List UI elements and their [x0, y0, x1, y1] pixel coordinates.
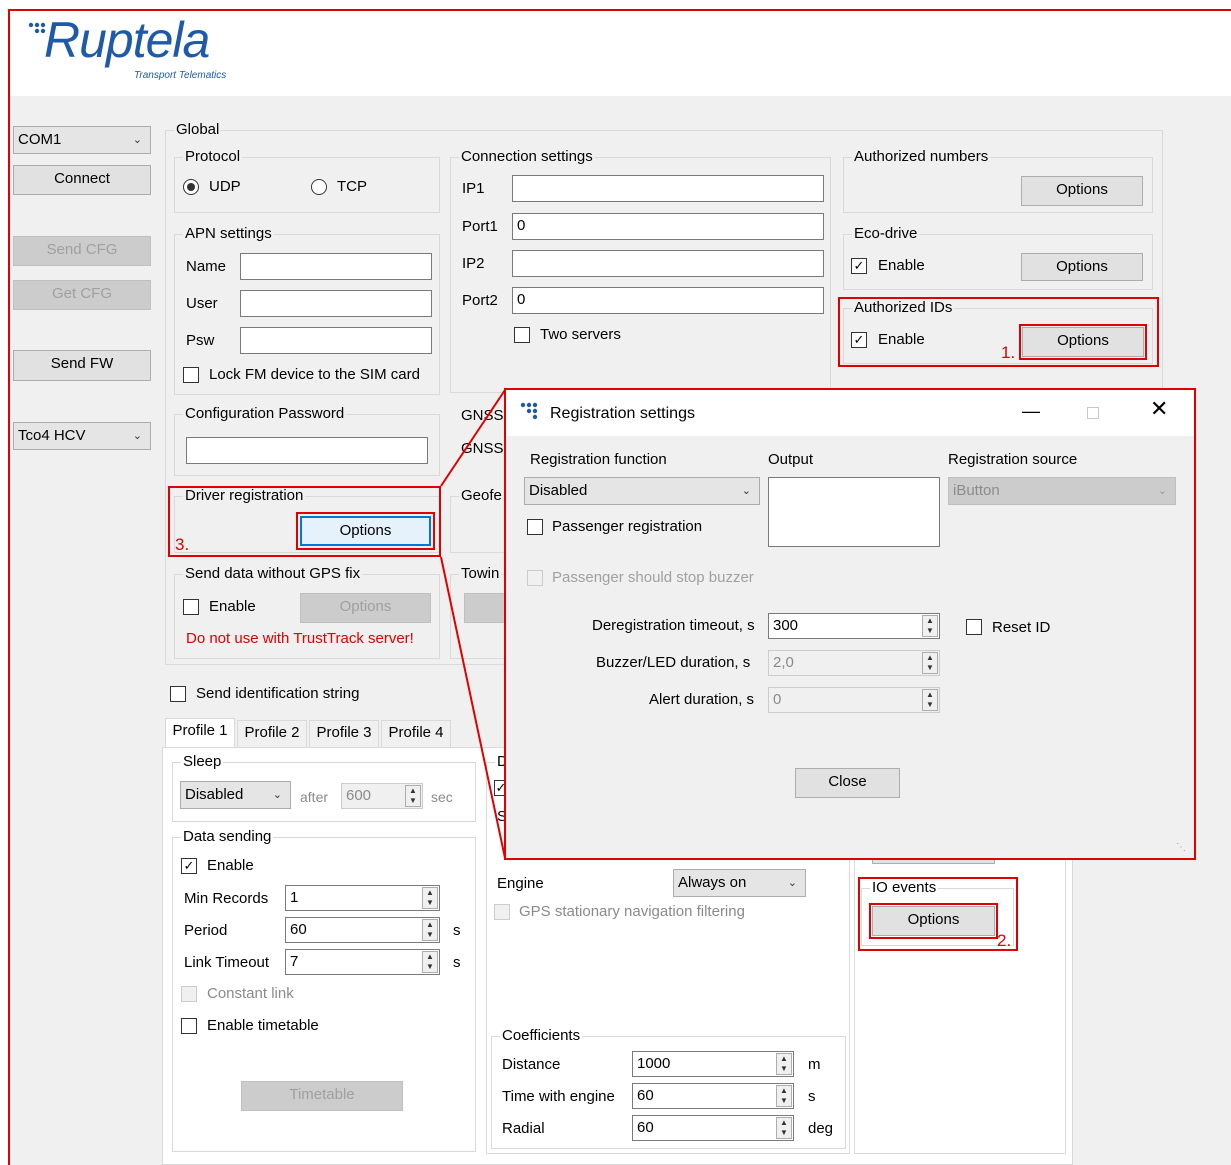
marker-1: 1.: [1001, 343, 1016, 362]
deregistration-timeout-label: Deregistration timeout, s: [592, 617, 755, 634]
spinner-arrows-icon: ▲ ▼: [922, 615, 938, 637]
buzzer-duration-spinner[interactable]: 2,0 ▲ ▼: [768, 650, 940, 676]
output-label: Output: [768, 451, 814, 468]
passenger-stop-buzzer-checkbox[interactable]: [527, 570, 543, 586]
alert-duration-label: Alert duration, s: [649, 691, 755, 708]
chevron-down-icon: ⌄: [1157, 485, 1167, 497]
chevron-down-icon: ⌄: [741, 485, 751, 497]
passenger-stop-buzzer-label: Passenger should stop buzzer: [552, 569, 754, 586]
close-icon[interactable]: ✕: [1150, 398, 1168, 420]
output-listbox[interactable]: [768, 477, 940, 547]
reset-id-checkbox[interactable]: [966, 619, 982, 635]
alert-duration-spinner[interactable]: 0 ▲ ▼: [768, 687, 940, 713]
deregistration-timeout-spinner[interactable]: 300 ▲ ▼: [768, 613, 940, 639]
spinner-arrows-icon: ▲ ▼: [922, 689, 938, 711]
registration-settings-dialog: Registration settings — ✕ Registration f…: [504, 388, 1196, 860]
resize-grip-icon[interactable]: ⋱: [1176, 842, 1186, 853]
marker-2: 2.: [997, 931, 1012, 950]
buzzer-duration-label: Buzzer/LED duration, s: [596, 654, 751, 671]
reg-function-select[interactable]: Disabled ⌄: [524, 477, 760, 505]
reg-function-label: Registration function: [530, 451, 667, 468]
passenger-registration-label: Passenger registration: [552, 518, 703, 535]
reg-source-select[interactable]: iButton ⌄: [948, 477, 1176, 505]
marker-3: 3.: [175, 535, 190, 554]
dialog-titlebar: Registration settings — ✕: [506, 390, 1194, 436]
passenger-registration-checkbox[interactable]: [527, 519, 543, 535]
reg-source-label: Registration source: [948, 451, 1078, 468]
dialog-close-button[interactable]: Close: [795, 768, 900, 798]
minimize-icon[interactable]: —: [1022, 402, 1040, 420]
spinner-arrows-icon: ▲ ▼: [922, 652, 938, 674]
reset-id-label: Reset ID: [992, 619, 1051, 636]
app-icon: [520, 402, 538, 420]
dialog-title: Registration settings: [550, 405, 695, 422]
maximize-icon[interactable]: [1087, 407, 1099, 419]
